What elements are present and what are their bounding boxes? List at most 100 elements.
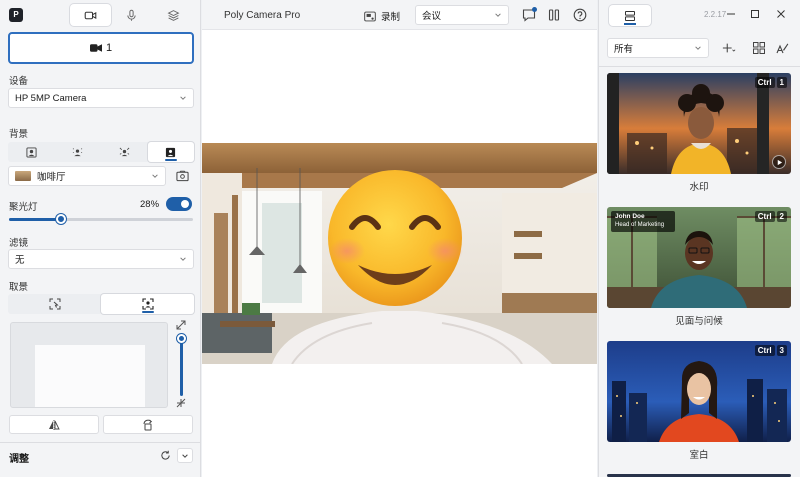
background-thumbnail: [15, 171, 31, 181]
scene-caption: 室白: [689, 450, 709, 461]
adjust-expand-button[interactable]: [177, 448, 193, 463]
tab-video[interactable]: [70, 4, 112, 26]
camera-select-button[interactable]: 1: [8, 32, 194, 64]
tab-bg-image[interactable]: [147, 142, 194, 162]
close-icon[interactable]: [775, 8, 787, 20]
framing-preview[interactable]: [10, 322, 168, 408]
scene-thumbnail[interactable]: Ctrl 1: [607, 73, 791, 174]
background-select[interactable]: 咖啡厅: [8, 166, 166, 186]
hotkey-modifier: Ctrl: [754, 345, 775, 356]
shrink-icon[interactable]: [176, 398, 186, 408]
record-button[interactable]: 录制: [364, 9, 400, 23]
spotlight-label: 聚光灯: [9, 202, 38, 213]
hotkey-badge: Ctrl 2: [754, 211, 787, 222]
grid-icon[interactable]: [752, 41, 766, 55]
background-label: 背景: [9, 129, 29, 140]
scene-card-3[interactable]: Ctrl 3 室白: [607, 341, 791, 461]
video-icon: [84, 11, 97, 19]
hotkey-key: 2: [776, 211, 787, 222]
pause-button[interactable]: [547, 8, 561, 22]
source-tabs: [70, 4, 194, 26]
name-tag: John Doe Head of Marketing: [611, 211, 675, 232]
scene-thumbnail[interactable]: John Doe Head of Marketing Ctrl 2: [607, 207, 791, 308]
hotkey-badge: Ctrl 3: [754, 345, 787, 356]
version-label: 2.2.17: [704, 10, 727, 19]
add-icon[interactable]: [722, 41, 736, 55]
chat-button[interactable]: [522, 7, 537, 22]
hotkey-modifier: Ctrl: [754, 211, 775, 222]
chevron-down-icon: [695, 46, 701, 50]
device-select[interactable]: HP 5MP Camera: [8, 88, 194, 108]
blur-icon: [73, 147, 83, 156]
mode-value: 会议: [422, 11, 442, 22]
scene-filter-select[interactable]: 所有: [607, 38, 709, 58]
camera-button-label: 1: [105, 42, 113, 54]
person-icon: [26, 146, 37, 158]
picture-icon: [175, 170, 189, 182]
device-label: 设备: [9, 76, 29, 87]
scene-image-city-blue: [607, 341, 791, 442]
record-label: 录制: [381, 12, 401, 23]
reset-icon[interactable]: [160, 450, 171, 461]
spotlight-toggle[interactable]: [166, 197, 192, 211]
filter-label: 滤镜: [9, 238, 29, 249]
tab-audio[interactable]: [111, 4, 152, 26]
framing-region[interactable]: [35, 345, 145, 407]
rotate-button[interactable]: [103, 415, 193, 434]
record-icon: [364, 11, 376, 21]
camera-icon: [89, 44, 102, 52]
filter-select[interactable]: 无: [8, 249, 194, 269]
mirror-button[interactable]: [9, 415, 99, 434]
framing-label: 取景: [9, 282, 29, 293]
play-button[interactable]: [772, 155, 786, 169]
zoom-slider[interactable]: [177, 334, 186, 396]
help-button[interactable]: [573, 8, 587, 22]
tab-bg-effect[interactable]: [101, 142, 148, 162]
chevron-down-icon: [495, 13, 501, 17]
tab-bg-none[interactable]: [8, 142, 55, 162]
preview-area: Poly Camera Pro 录制 会议: [202, 0, 597, 477]
paint-icon[interactable]: [775, 41, 789, 55]
play-icon: [777, 159, 782, 165]
adjust-section: 调整: [0, 442, 201, 477]
spotlight-percent: 28%: [140, 199, 160, 210]
custom-background-button[interactable]: [171, 166, 193, 186]
tab-effects[interactable]: [153, 4, 194, 26]
spotlight-slider-fill: [9, 218, 61, 221]
sparkle-icon: [119, 147, 130, 156]
mode-select[interactable]: 会议: [415, 5, 509, 25]
scene-card-2[interactable]: John Doe Head of Marketing Ctrl 2 见面与问候: [607, 207, 791, 327]
pause-icon: [548, 9, 560, 21]
hotkey-modifier: Ctrl: [754, 77, 775, 88]
scene-caption: 见面与问候: [675, 316, 723, 327]
app-logo-icon: P: [9, 8, 23, 22]
divider: [599, 66, 800, 67]
hotkey-key: 1: [776, 77, 787, 88]
expand-icon[interactable]: [176, 320, 186, 330]
device-value: HP 5MP Camera: [15, 92, 87, 104]
tab-framing-auto[interactable]: [101, 294, 194, 314]
title-bar: Poly Camera Pro 录制 会议: [202, 0, 597, 30]
image-icon: [166, 147, 176, 157]
tab-bg-blur[interactable]: [55, 142, 102, 162]
chevron-down-icon: [180, 257, 186, 261]
tab-scenes[interactable]: [609, 5, 651, 26]
maximize-icon[interactable]: [749, 8, 761, 20]
camera-preview: [202, 143, 597, 364]
scene-card-1[interactable]: Ctrl 1 水印: [607, 73, 791, 193]
notification-dot: [532, 7, 537, 12]
layers-icon: [167, 9, 180, 21]
rotate-icon: [143, 419, 153, 430]
spotlight-slider[interactable]: [9, 214, 193, 224]
scene-thumbnail[interactable]: Ctrl 3: [607, 341, 791, 442]
hotkey-badge: Ctrl 1: [754, 77, 787, 88]
minimize-icon[interactable]: [725, 8, 737, 20]
adjust-label: 调整: [9, 454, 29, 465]
spotlight-slider-handle[interactable]: [55, 214, 66, 224]
app-title: Poly Camera Pro: [224, 10, 301, 21]
zoom-slider-handle[interactable]: [177, 334, 186, 343]
tab-framing-manual[interactable]: [8, 294, 101, 314]
mirror-icon: [49, 419, 60, 430]
mic-icon: [127, 9, 137, 21]
chevron-down-icon: [182, 453, 188, 458]
